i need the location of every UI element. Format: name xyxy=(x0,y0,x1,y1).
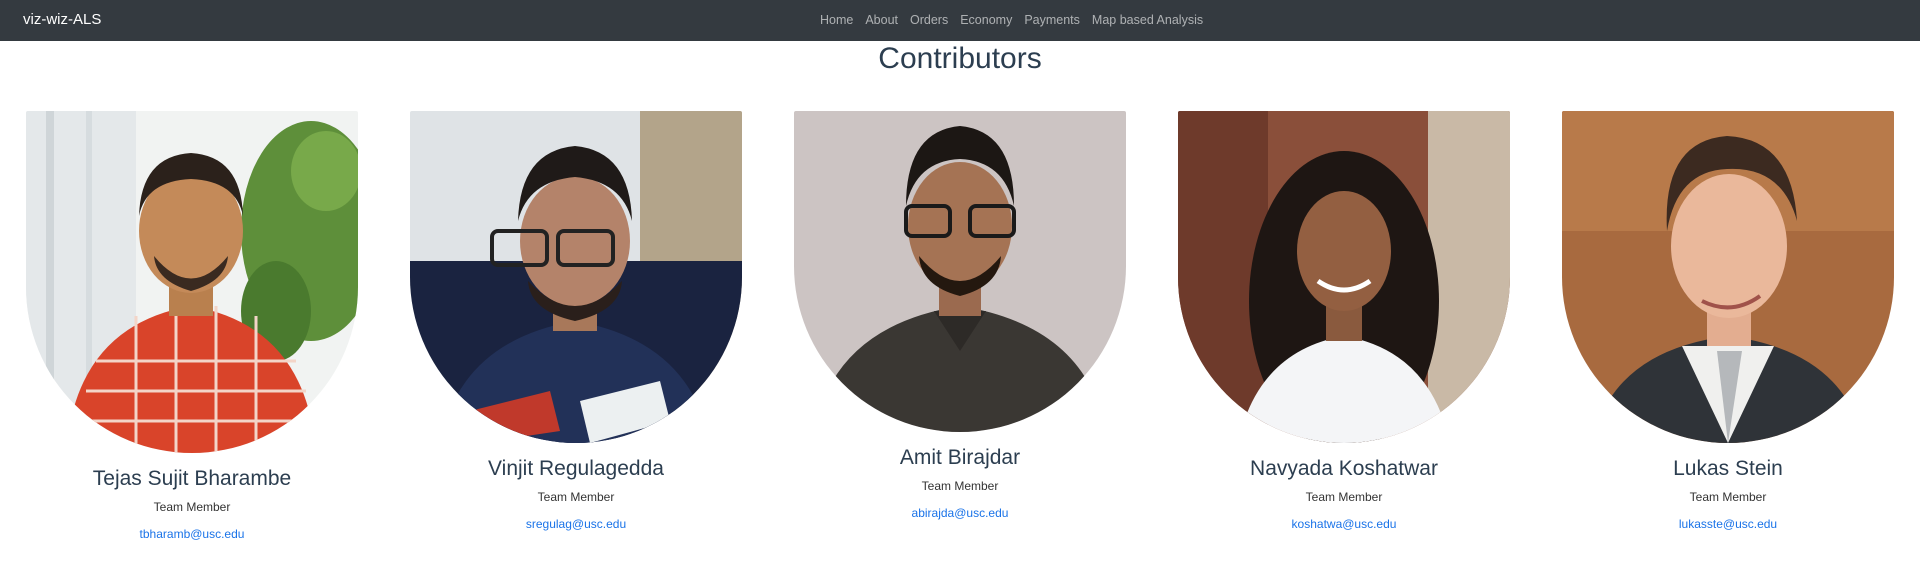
contributor-role: Team Member xyxy=(153,500,231,514)
nav-orders[interactable]: Orders xyxy=(910,13,948,27)
page-title: Contributors xyxy=(878,42,1042,75)
contributor-role: Team Member xyxy=(921,479,999,493)
contributor-card: Navyada Koshatwar Team Member koshatwa@u… xyxy=(1178,111,1510,531)
contributor-role: Team Member xyxy=(537,490,615,504)
contributor-photo xyxy=(794,111,1126,432)
nav-menu: Home About Orders Economy Payments Map b… xyxy=(820,13,1215,27)
contributor-photo xyxy=(1178,111,1510,443)
contributor-card: Vinjit Regulagedda Team Member sregulag@… xyxy=(410,111,742,531)
contributor-photo xyxy=(410,111,742,443)
nav-home[interactable]: Home xyxy=(820,13,853,27)
contributor-photo xyxy=(1562,111,1894,443)
contributor-name: Navyada Koshatwar xyxy=(1250,457,1438,480)
contributor-email-link[interactable]: lukasste@usc.edu xyxy=(1562,517,1894,531)
contributor-card: Amit Birajdar Team Member abirajda@usc.e… xyxy=(794,111,1126,520)
contributor-name: Vinjit Regulagedda xyxy=(488,457,664,480)
nav-about[interactable]: About xyxy=(865,13,898,27)
contributor-name: Tejas Sujit Bharambe xyxy=(92,467,292,490)
nav-economy[interactable]: Economy xyxy=(960,13,1012,27)
contributor-role: Team Member xyxy=(1305,490,1383,504)
brand-link[interactable]: viz-wiz-ALS xyxy=(23,11,101,28)
contributor-card: Tejas Sujit Bharambe Team Member tbharam… xyxy=(26,111,358,541)
contributor-name: Amit Birajdar xyxy=(899,446,1021,469)
contributor-photo xyxy=(26,111,358,453)
contributor-email-link[interactable]: tbharamb@usc.edu xyxy=(26,527,358,541)
top-navbar: viz-wiz-ALS Home About Orders Economy Pa… xyxy=(0,0,1920,41)
contributor-email-link[interactable]: sregulag@usc.edu xyxy=(410,517,742,531)
nav-map-based-analysis[interactable]: Map based Analysis xyxy=(1092,13,1203,27)
contributor-name: Lukas Stein xyxy=(1673,457,1783,480)
contributor-email-link[interactable]: koshatwa@usc.edu xyxy=(1178,517,1510,531)
contributor-email-link[interactable]: abirajda@usc.edu xyxy=(794,506,1126,520)
contributor-role: Team Member xyxy=(1689,490,1767,504)
contributor-card: Lukas Stein Team Member lukasste@usc.edu xyxy=(1562,111,1894,531)
nav-payments[interactable]: Payments xyxy=(1024,13,1080,27)
